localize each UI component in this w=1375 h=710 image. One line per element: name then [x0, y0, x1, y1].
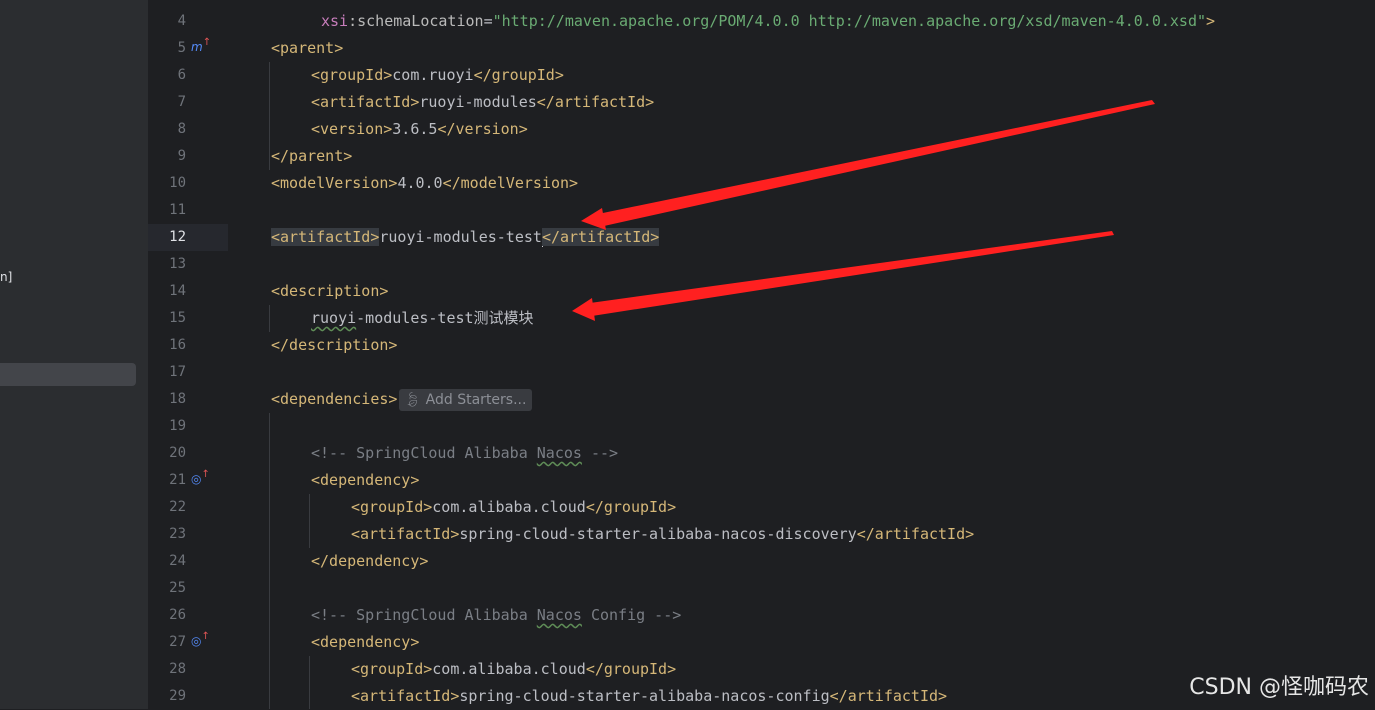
- add-starters-button[interactable]: 🍃︎ Add Starters...: [399, 388, 533, 411]
- code-line-15: ruoyi-modules-test测试模块: [311, 309, 534, 327]
- line-number: 10: [169, 175, 186, 191]
- code-line-24: </dependency>: [311, 552, 429, 570]
- line-number: 19: [169, 418, 186, 434]
- project-sidebar[interactable]: n]: [0, 0, 149, 709]
- spring-dependency-icon[interactable]: ◎↑: [191, 469, 210, 486]
- line-number: 6: [177, 67, 186, 83]
- sidebar-selected-item[interactable]: [0, 363, 136, 386]
- line-number: 29: [169, 688, 186, 704]
- line-number: 26: [169, 607, 186, 623]
- code-line-22: <groupId>com.alibaba.cloud</groupId>: [351, 498, 677, 516]
- line-number: 24: [169, 553, 186, 569]
- line-number: 11: [169, 202, 186, 218]
- code-line-9: </parent>: [271, 147, 353, 165]
- spring-dependency-icon[interactable]: ◎↑: [191, 631, 210, 648]
- csdn-watermark: CSDN @怪咖码农: [1189, 675, 1369, 700]
- line-number: 5: [177, 40, 186, 56]
- line-number: 18: [169, 391, 186, 407]
- sidebar-fragment-text: n]: [0, 270, 13, 284]
- maven-parent-icon[interactable]: m↑: [191, 37, 211, 54]
- code-line-12: <artifactId>ruoyi-modules-test</artifact…: [271, 228, 660, 247]
- line-number: 27: [169, 634, 186, 650]
- code-line-21: <dependency>: [311, 471, 420, 489]
- code-line-20: <!-- SpringCloud Alibaba Nacos -->: [311, 444, 619, 462]
- code-line-16: </description>: [271, 336, 398, 354]
- code-line-23: <artifactId>spring-cloud-starter-alibaba…: [351, 525, 975, 543]
- code-line-4: xsi:schemaLocation="http://maven.apache.…: [321, 12, 1216, 30]
- leaf-icon: 🍃︎: [403, 391, 426, 408]
- code-line-5: <parent>: [271, 39, 344, 57]
- line-number: 20: [169, 445, 186, 461]
- line-number: 4: [177, 13, 186, 29]
- code-line-27: <dependency>: [311, 633, 420, 651]
- line-number: 22: [169, 499, 186, 515]
- line-number: 25: [169, 580, 186, 596]
- line-number: 9: [177, 148, 186, 164]
- code-line-26: <!-- SpringCloud Alibaba Nacos Config --…: [311, 606, 682, 624]
- line-number: 7: [177, 94, 186, 110]
- line-number: 15: [169, 310, 186, 326]
- line-number: 28: [169, 661, 186, 677]
- code-line-10: <modelVersion>4.0.0</modelVersion>: [271, 174, 579, 192]
- code-line-7: <artifactId>ruoyi-modules</artifactId>: [311, 93, 655, 111]
- line-number: 8: [177, 121, 186, 137]
- line-number: 21: [169, 472, 186, 488]
- code-line-14: <description>: [271, 282, 389, 300]
- line-number: 23: [169, 526, 186, 542]
- code-editor[interactable]: xsi:schemaLocation="http://maven.apache.…: [228, 0, 1375, 709]
- code-line-6: <groupId>com.ruoyi</groupId>: [311, 66, 564, 84]
- line-number: 16: [169, 337, 186, 353]
- line-number: 12: [169, 229, 186, 245]
- line-number: 13: [169, 256, 186, 272]
- code-line-8: <version>3.6.5</version>: [311, 120, 528, 138]
- code-line-18: <dependencies> 🍃︎ Add Starters...: [228, 386, 1375, 413]
- line-number: 17: [169, 364, 186, 380]
- line-number: 14: [169, 283, 186, 299]
